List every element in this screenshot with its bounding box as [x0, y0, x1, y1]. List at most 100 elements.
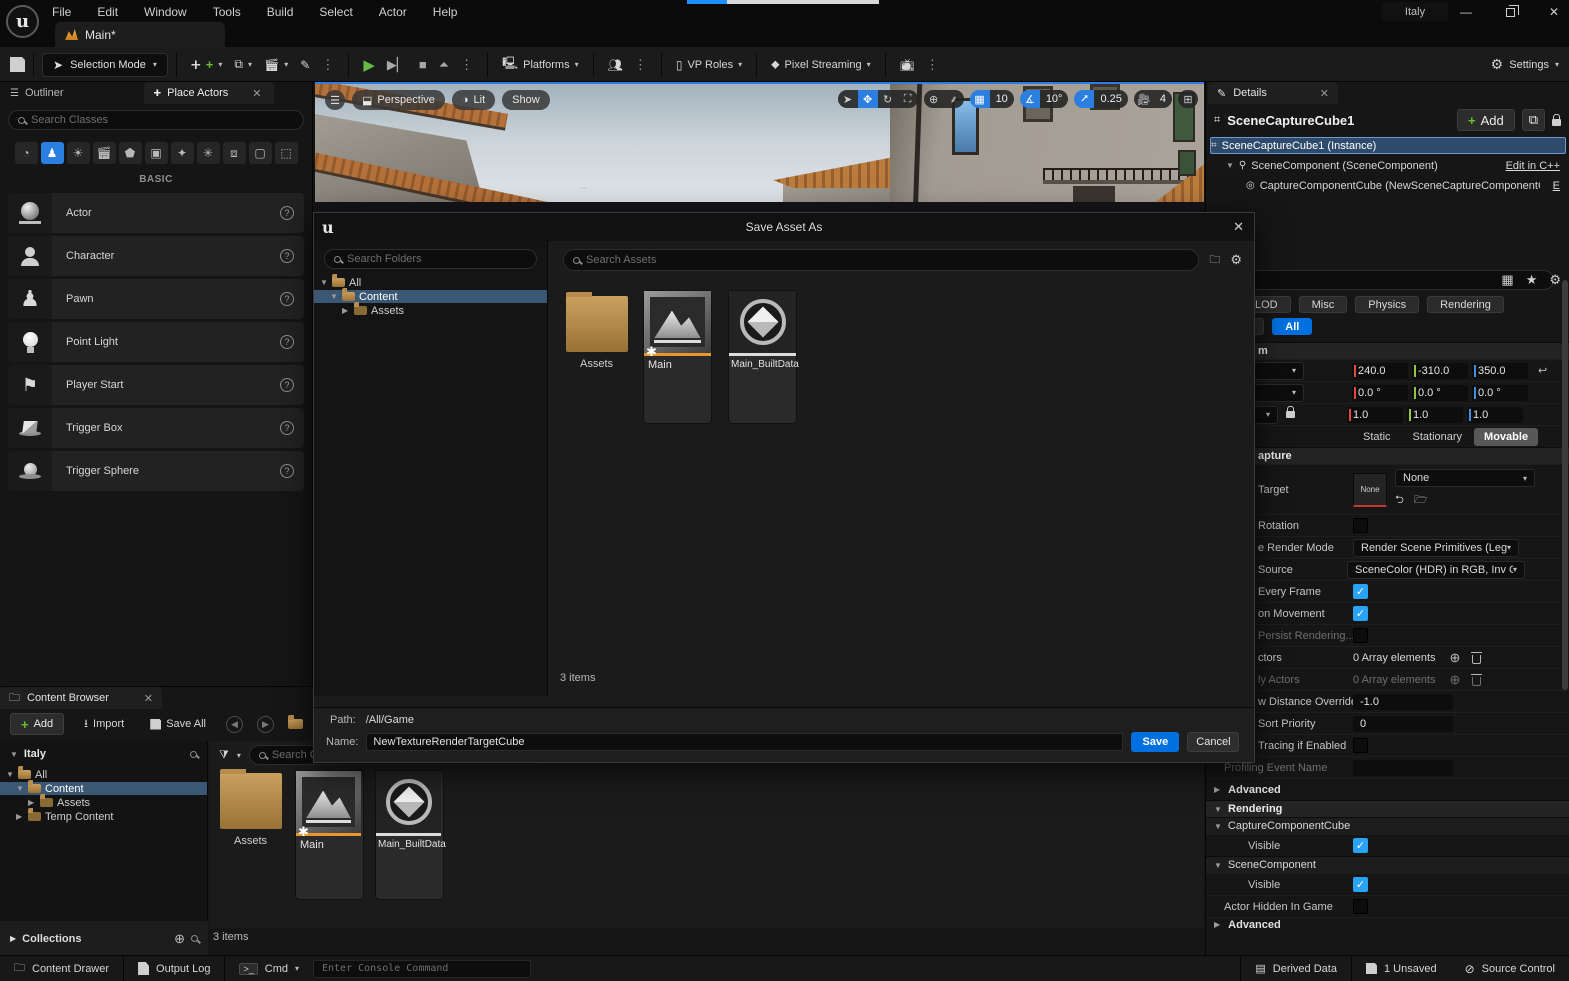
asset-folder-assets[interactable]: Assets — [217, 773, 284, 847]
world-space-icon[interactable]: ⊕ — [924, 90, 944, 108]
details-scrollbar[interactable] — [1562, 280, 1568, 690]
output-log-button[interactable]: Output Log — [124, 956, 224, 981]
multi-user-overflow-icon[interactable]: ⋮ — [629, 57, 653, 73]
source-control-button[interactable]: ⊘Source Control — [1451, 956, 1569, 981]
subsection-capture-component-cube[interactable]: ▼ CaptureComponentCube — [1206, 817, 1569, 834]
component-row-root[interactable]: ⌗ SceneCaptureCube1 (Instance) — [1210, 137, 1566, 154]
list-item-pawn[interactable]: ♟ Pawn ? — [8, 279, 304, 319]
add-actor-button[interactable]: 🞥+▾ — [185, 52, 229, 78]
tab-place-actors[interactable]: 🞦 Place Actors ✕ — [144, 82, 274, 104]
help-icon[interactable]: ? — [280, 292, 294, 306]
scale-y-field[interactable]: 1.0 — [1407, 407, 1463, 423]
menu-help[interactable]: Help — [433, 5, 458, 19]
perspective-dropdown[interactable]: ⬓Perspective — [352, 90, 445, 110]
visible-checkbox[interactable]: ✓ — [1353, 877, 1368, 892]
section-transform[interactable]: m — [1206, 342, 1569, 359]
list-item-character[interactable]: Character ? — [8, 236, 304, 276]
menu-edit[interactable]: Edit — [97, 5, 118, 19]
pixel-streaming-dropdown[interactable]: ⬥Pixel Streaming▾ — [765, 52, 876, 78]
details-settings-gear-icon[interactable]: ⚙ — [1549, 272, 1561, 288]
profiling-event-name-field[interactable] — [1353, 760, 1453, 776]
settings-dropdown[interactable]: ⚙ Settings▾ — [1491, 47, 1559, 82]
selection-mode-dropdown[interactable]: ➤Selection Mode▾ — [42, 53, 168, 77]
max-view-distance-field[interactable]: -1.0 — [1353, 694, 1453, 710]
help-icon[interactable]: ? — [280, 378, 294, 392]
edit-link-cut[interactable]: E — [1553, 180, 1560, 192]
help-icon[interactable]: ? — [280, 206, 294, 220]
tree-item-temp-content[interactable]: ▶Temp Content — [0, 810, 207, 823]
list-item-trigger-box[interactable]: Trigger Box ? — [8, 408, 304, 448]
rotation-snap-value[interactable]: 10° — [1040, 90, 1069, 108]
grid-snap-value[interactable]: 10 — [990, 90, 1014, 108]
cancel-button[interactable]: Cancel — [1187, 732, 1239, 752]
subsection-scene-component[interactable]: ▼ SceneComponent — [1206, 856, 1569, 873]
grid-snap-icon[interactable]: ▦ — [970, 90, 990, 108]
forward-icon[interactable]: ▶ — [257, 716, 274, 733]
scale-tool-icon[interactable]: ⛶ — [898, 90, 918, 108]
add-array-element-icon[interactable]: ⊕ — [1450, 650, 1461, 666]
skip-button[interactable]: ▶▏ — [381, 52, 413, 78]
content-drawer-button[interactable]: 🗀Content Drawer — [0, 956, 123, 981]
persist-rendering-checkbox[interactable]: ✓ — [1353, 628, 1368, 643]
level-tab-main[interactable]: Main* — [55, 22, 225, 47]
folder-view-icon[interactable]: 🗀 — [1209, 251, 1220, 270]
sort-priority-field[interactable]: 0 — [1353, 716, 1453, 732]
select-tool-icon[interactable]: ➤ — [838, 90, 858, 108]
component-row-scene-component[interactable]: ▼ ⚲ SceneComponent (SceneComponent) Edit… — [1210, 157, 1566, 174]
search-icon[interactable] — [191, 935, 198, 942]
help-icon[interactable]: ? — [280, 421, 294, 435]
filter-icon[interactable]: ⧩ — [219, 749, 229, 762]
list-item-trigger-sphere[interactable]: Trigger Sphere ? — [8, 451, 304, 491]
unsaved-button[interactable]: 1 Unsaved — [1352, 956, 1451, 981]
menu-actor[interactable]: Actor — [379, 5, 407, 19]
source-title[interactable]: Italy — [24, 748, 46, 760]
menu-select[interactable]: Select — [319, 5, 352, 19]
visible-checkbox[interactable]: ✓ — [1353, 838, 1368, 853]
eject-button[interactable]: ⏶ — [433, 52, 455, 78]
visual-effects-category-icon[interactable]: ▣ — [145, 142, 168, 164]
mobility-stationary-button[interactable]: Stationary — [1403, 428, 1473, 446]
rotation-y-field[interactable]: 0.0 ° — [1412, 385, 1468, 401]
platforms-dropdown[interactable]: 🖳Platforms▾ — [496, 52, 585, 78]
all-classes-category-icon[interactable]: ⬚ — [275, 142, 298, 164]
show-dropdown[interactable]: Show — [502, 90, 550, 110]
import-button[interactable]: ⭳Import — [78, 711, 130, 737]
viewport-options-icon[interactable]: ☰ — [325, 90, 345, 110]
section-rendering[interactable]: ▼ Rendering — [1206, 800, 1569, 817]
media-category-icon[interactable]: ✳ — [197, 142, 220, 164]
capture-source-dropdown[interactable]: SceneColor (HDR) in RGB, Inv Opacity▾ — [1347, 561, 1525, 579]
tab-rendering[interactable]: Rendering — [1427, 296, 1504, 313]
play-button[interactable]: ▶ — [357, 52, 381, 78]
save-level-icon[interactable] — [10, 57, 25, 72]
tab-details[interactable]: ✎ Details ✕ — [1208, 82, 1338, 104]
add-array-element-icon[interactable]: ⊕ — [1450, 672, 1461, 688]
particles-category-icon[interactable]: ✦ — [171, 142, 194, 164]
lights-category-icon[interactable]: ☀ — [67, 142, 90, 164]
save-button[interactable]: Save — [1131, 732, 1179, 752]
tree-item-assets[interactable]: ▶Assets — [314, 304, 547, 317]
camera-overflow-icon[interactable]: ⋮ — [921, 57, 945, 73]
mobility-movable-button[interactable]: Movable — [1474, 428, 1538, 446]
close-icon[interactable]: ✕ — [252, 87, 261, 100]
list-item-player-start[interactable]: ⚑ Player Start ? — [8, 365, 304, 405]
tree-item-all[interactable]: ▼All — [314, 276, 547, 289]
clear-array-icon[interactable] — [1472, 655, 1481, 664]
maximize-viewport-icon[interactable]: ⊞ — [1178, 90, 1198, 108]
use-selected-icon[interactable]: ⮌ — [1395, 491, 1404, 510]
row-advanced-collapsed[interactable]: ▶ Advanced — [1206, 778, 1569, 800]
asset-folder-assets[interactable]: Assets — [563, 296, 630, 370]
shapes-category-icon[interactable]: ⬟ — [119, 142, 142, 164]
section-capture[interactable]: apture — [1206, 447, 1569, 464]
blueprint-edit-icon[interactable]: ⧉ — [1522, 109, 1545, 131]
clear-array-icon[interactable] — [1472, 677, 1481, 686]
move-tool-icon[interactable]: ✥ — [858, 90, 878, 108]
target-dropdown[interactable]: None▾ — [1395, 469, 1535, 487]
level-viewport[interactable]: ☰ ⬓Perspective ◑Lit Show ➤ ✥ ↻ ⛶ ⊕ ⸙ ▦ 1… — [315, 82, 1204, 212]
lit-dropdown[interactable]: ◑Lit — [452, 90, 495, 110]
row-advanced-cut[interactable]: ▶ Advanced — [1206, 917, 1569, 931]
basic-category-icon[interactable]: ♟ — [41, 142, 64, 164]
on-movement-checkbox[interactable]: ✓ — [1353, 606, 1368, 621]
reset-to-default-icon[interactable]: ↩ — [1538, 364, 1547, 377]
asset-main-level[interactable]: ✱ Main — [296, 771, 363, 899]
tab-outliner[interactable]: ☰ Outliner — [0, 82, 74, 104]
